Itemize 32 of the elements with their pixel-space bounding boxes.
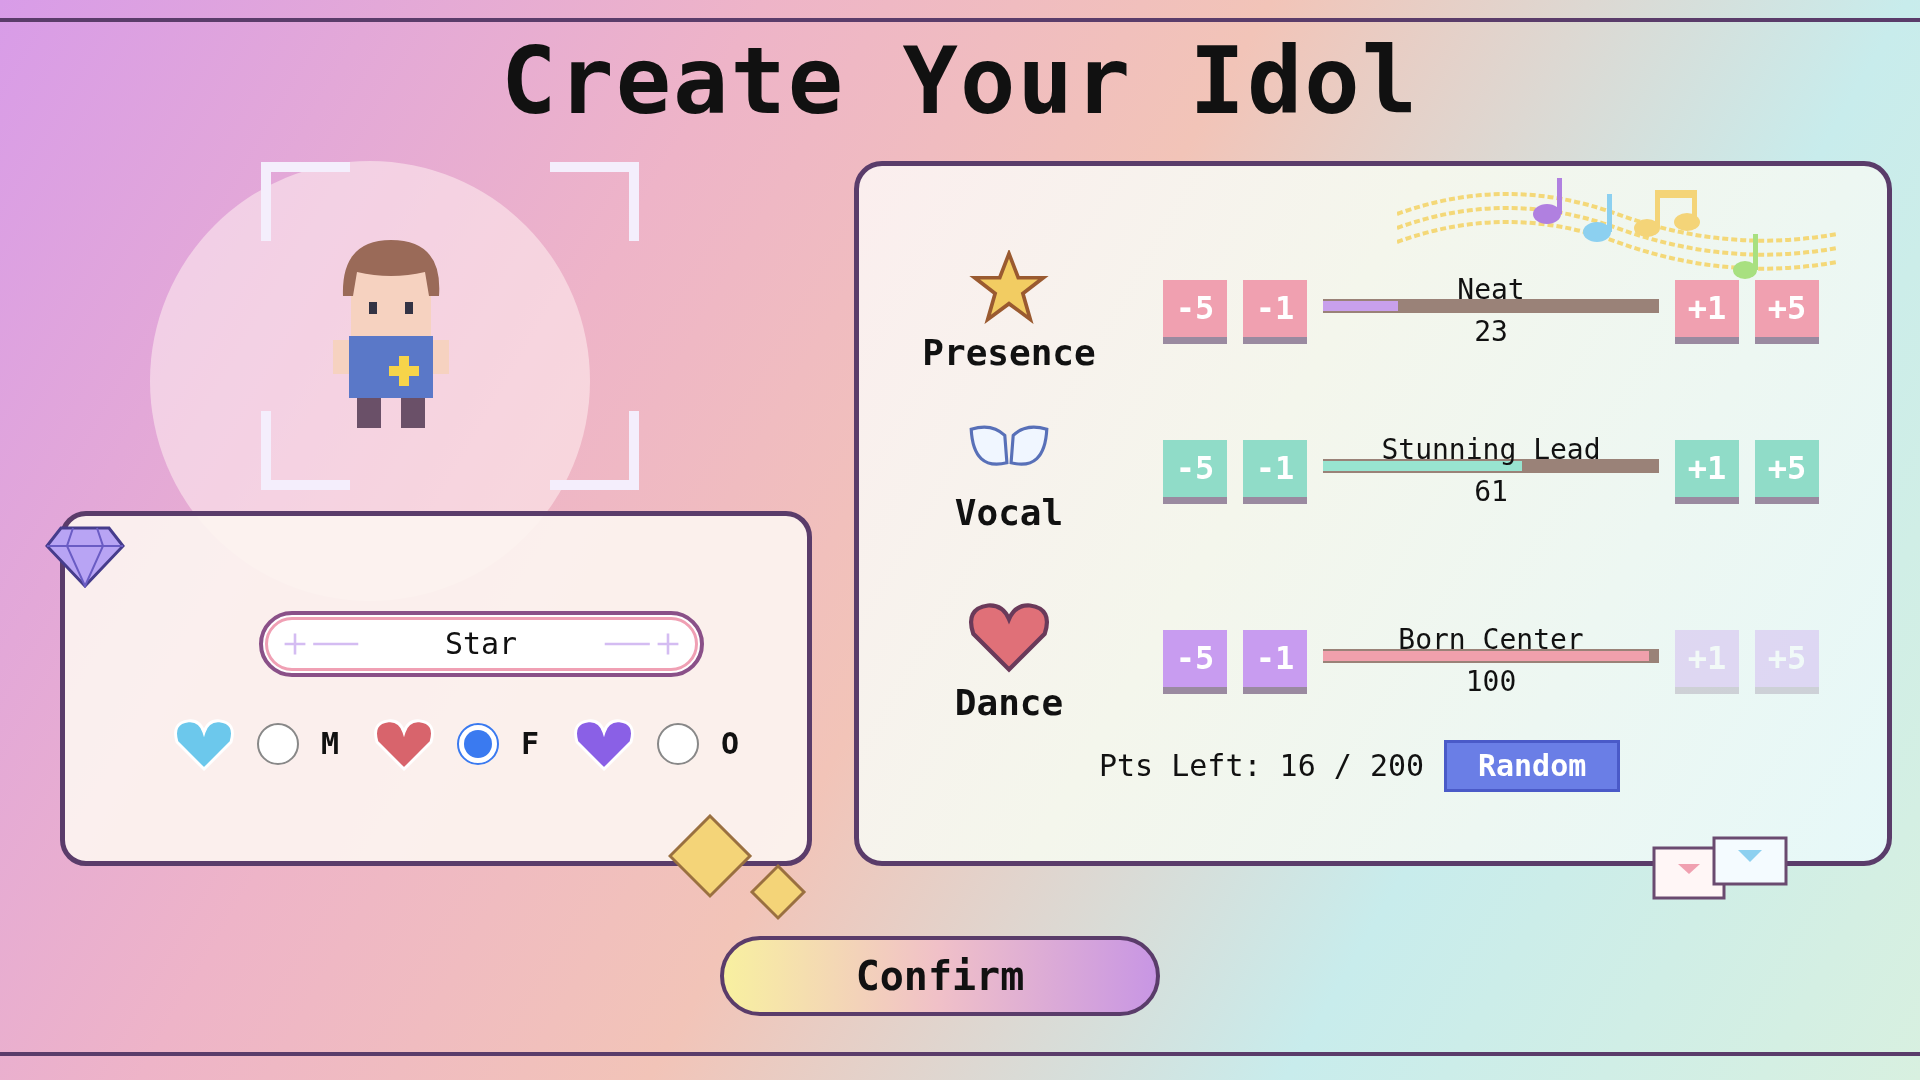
increase-button[interactable]: +5 bbox=[1755, 279, 1819, 344]
gender-radio-button[interactable] bbox=[456, 722, 499, 765]
decrease-button[interactable]: -1 bbox=[1243, 629, 1307, 694]
screen-title: Create Your Idol bbox=[500, 34, 1420, 131]
stat-value: 61 bbox=[1474, 475, 1508, 509]
gender-label: F bbox=[520, 726, 540, 762]
decrease-button[interactable]: -5 bbox=[1163, 439, 1227, 504]
gender-label: M bbox=[320, 726, 339, 762]
stat-rank: Neat bbox=[1457, 274, 1525, 306]
increase-button[interactable]: +5 bbox=[1755, 439, 1819, 504]
name-input-field[interactable]: Star bbox=[258, 610, 704, 677]
gender-radio-button[interactable] bbox=[256, 722, 299, 765]
increase-button[interactable]: +1 bbox=[1675, 439, 1739, 504]
gender-radio-button[interactable] bbox=[657, 722, 700, 765]
stat-value: 23 bbox=[1474, 315, 1508, 349]
increase-button[interactable]: +1 bbox=[1675, 279, 1739, 344]
stat-name: Presence bbox=[922, 332, 1096, 374]
decrease-button[interactable]: -1 bbox=[1243, 279, 1307, 344]
stat-name: Vocal bbox=[954, 492, 1064, 534]
random-button[interactable]: Random bbox=[1444, 739, 1621, 792]
stat-value: 100 bbox=[1465, 665, 1517, 699]
decrease-button[interactable]: -5 bbox=[1163, 279, 1227, 344]
confirm-button[interactable]: Confirm bbox=[720, 935, 1160, 1016]
decrease-button[interactable]: -5 bbox=[1163, 629, 1227, 694]
star-icon bbox=[967, 250, 1051, 325]
gender-label: O bbox=[721, 726, 740, 762]
decrease-button[interactable]: -1 bbox=[1243, 439, 1307, 504]
stat-name: Dance bbox=[954, 682, 1064, 724]
points-left-text: Pts Left: 16 / 200 bbox=[1099, 748, 1425, 784]
stat-rank: Stunning Lead bbox=[1381, 434, 1601, 466]
heart-icon bbox=[967, 600, 1051, 675]
stat-rank: Born Center bbox=[1398, 624, 1584, 656]
